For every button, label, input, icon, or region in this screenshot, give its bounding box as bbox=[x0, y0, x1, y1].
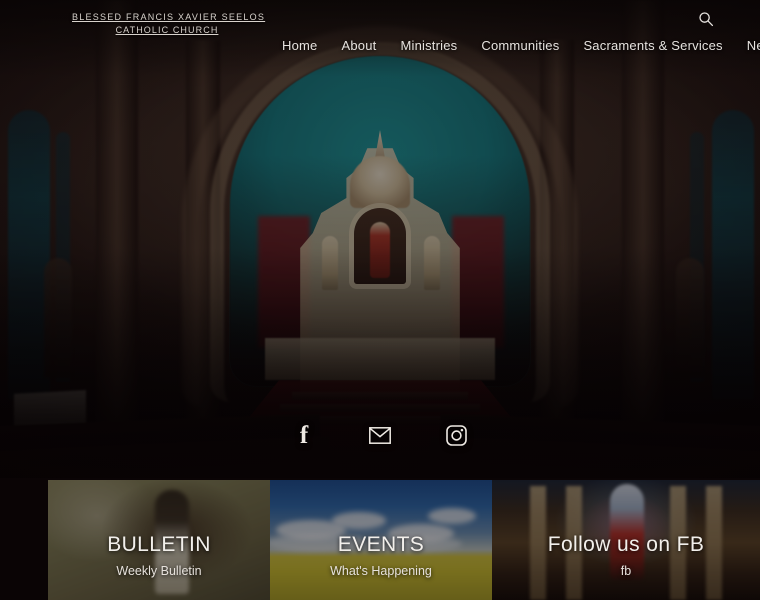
card-follow-fb-subtitle: fb bbox=[620, 564, 632, 578]
card-events-text: EVENTS What's Happening bbox=[270, 532, 492, 578]
search-icon[interactable] bbox=[698, 11, 714, 27]
social-links: f bbox=[0, 420, 760, 450]
instagram-icon[interactable] bbox=[441, 420, 471, 450]
card-bulletin[interactable]: BULLETIN Weekly Bulletin bbox=[48, 480, 270, 600]
card-events-subtitle: What's Happening bbox=[330, 564, 432, 578]
primary-navigation: Home About Ministries Communities Sacram… bbox=[270, 38, 760, 53]
feature-cards: BULLETIN Weekly Bulletin EVENTS What's H… bbox=[48, 480, 760, 600]
site-logo-line2: CATHOLIC CHURCH bbox=[115, 25, 219, 35]
card-bulletin-text: BULLETIN Weekly Bulletin bbox=[48, 532, 270, 578]
card-follow-fb-title: Follow us on FB bbox=[547, 533, 705, 556]
card-follow-fb-text: Follow us on FB fb bbox=[492, 532, 760, 578]
nav-item-news[interactable]: News bbox=[735, 38, 760, 53]
card-follow-fb[interactable]: Follow us on FB fb bbox=[492, 480, 760, 600]
nav-item-home[interactable]: Home bbox=[270, 38, 329, 53]
card-bulletin-title: BULLETIN bbox=[107, 533, 211, 556]
site-logo-line1: BLESSED FRANCIS XAVIER SEELOS bbox=[72, 12, 266, 22]
site-header: BLESSED FRANCIS XAVIER SEELOS CATHOLIC C… bbox=[0, 0, 760, 70]
hero-overlay bbox=[0, 0, 760, 478]
site-logo[interactable]: BLESSED FRANCIS XAVIER SEELOS CATHOLIC C… bbox=[72, 11, 266, 37]
nav-item-ministries[interactable]: Ministries bbox=[388, 38, 469, 53]
card-bulletin-subtitle: Weekly Bulletin bbox=[116, 564, 202, 578]
email-icon[interactable] bbox=[365, 420, 395, 450]
nav-item-sacraments-services[interactable]: Sacraments & Services bbox=[571, 38, 734, 53]
hero-banner bbox=[0, 0, 760, 478]
card-events-title: EVENTS bbox=[337, 533, 425, 556]
homepage: BLESSED FRANCIS XAVIER SEELOS CATHOLIC C… bbox=[0, 0, 760, 600]
facebook-glyph: f bbox=[299, 421, 309, 449]
nav-item-about[interactable]: About bbox=[329, 38, 388, 53]
card-events[interactable]: EVENTS What's Happening bbox=[270, 480, 492, 600]
facebook-icon[interactable]: f bbox=[289, 420, 319, 450]
nav-item-communities[interactable]: Communities bbox=[469, 38, 571, 53]
